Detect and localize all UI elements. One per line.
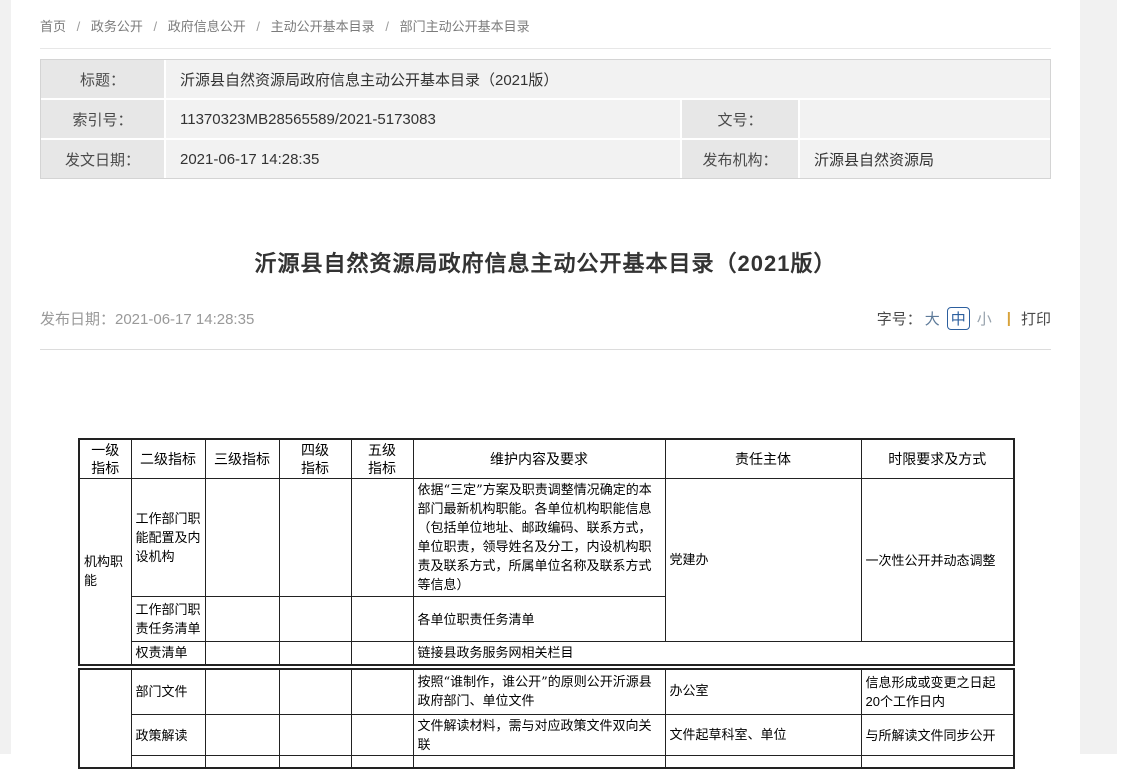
table-row: 机构职能 工作部门职能配置及内设机构 依据“三定”方案及职责调整情况确定的本部门…: [79, 479, 1014, 597]
empty-cell: [413, 756, 665, 768]
cell-level2: 政策解读: [131, 715, 205, 756]
column-header-level5: 五级指标: [351, 439, 413, 479]
empty-cell: [279, 756, 351, 768]
column-header-level4: 四级指标: [279, 439, 351, 479]
breadcrumb-separator: /: [77, 19, 81, 34]
empty-cell: [205, 756, 279, 768]
cell-level2: 部门文件: [131, 669, 205, 715]
table-row: 政策解读 文件解读材料，需与对应政策文件双向关联 文件起草科室、单位 与所解读文…: [79, 715, 1014, 756]
meta-agency-value: 沂源县自然资源局: [800, 140, 1050, 178]
cell-content: 文件解读材料，需与对应政策文件双向关联: [413, 715, 665, 756]
font-size-medium-button[interactable]: 中: [947, 307, 970, 330]
empty-cell: [861, 756, 1014, 768]
empty-cell: [279, 642, 351, 665]
empty-cell: [205, 479, 279, 597]
empty-cell: [665, 756, 861, 768]
font-size-tools: 字号： 大 中 小 | 打印: [877, 307, 1051, 330]
cell-level2: 工作部门职能配置及内设机构: [131, 479, 205, 597]
cell-content: 链接县政务服务网相关栏目: [413, 642, 1014, 665]
horizontal-divider: [40, 349, 1051, 350]
empty-cell: [205, 715, 279, 756]
cell-time-requirement: 与所解读文件同步公开: [861, 715, 1014, 756]
empty-cell: [279, 715, 351, 756]
breadcrumb-item-xinxi[interactable]: 政府信息公开: [168, 19, 246, 34]
catalog-table-section2: 部门文件 按照“谁制作，谁公开”的原则公开沂源县政府部门、单位文件 办公室 信息…: [78, 668, 1015, 769]
toolbar-separator: |: [1007, 310, 1011, 327]
table-row: 部门文件 按照“谁制作，谁公开”的原则公开沂源县政府部门、单位文件 办公室 信息…: [79, 669, 1014, 715]
cell-level1-jigouzhineng: 机构职能: [79, 479, 131, 665]
empty-cell: [279, 479, 351, 597]
article-toolbar: 发布日期：2021-06-17 14:28:35 字号： 大 中 小 | 打印: [40, 305, 1051, 331]
empty-cell: [351, 642, 413, 665]
meta-index-label: 索引号：: [41, 100, 164, 138]
meta-title-label: 标题：: [41, 60, 164, 98]
breadcrumb: 首页 / 政务公开 / 政府信息公开 / 主动公开基本目录 / 部门主动公开基本…: [40, 0, 1051, 49]
column-header-content: 维护内容及要求: [413, 439, 665, 479]
cell-level1: [79, 669, 131, 768]
meta-title-value: 沂源县自然资源局政府信息主动公开基本目录（2021版）: [166, 60, 1050, 98]
empty-cell: [351, 669, 413, 715]
font-size-large-button[interactable]: 大: [925, 308, 940, 329]
breadcrumb-separator: /: [385, 19, 389, 34]
font-size-small-button[interactable]: 小: [977, 308, 992, 329]
empty-cell: [131, 756, 205, 768]
meta-docnumber-label: 文号：: [682, 100, 798, 138]
page-title: 沂源县自然资源局政府信息主动公开基本目录（2021版）: [11, 249, 1080, 279]
cell-content: 各单位职责任务清单: [413, 597, 665, 642]
breadcrumb-separator: /: [256, 19, 260, 34]
meta-issuedate-label: 发文日期：: [41, 140, 164, 178]
empty-cell: [205, 642, 279, 665]
empty-cell: [351, 715, 413, 756]
meta-issuedate-value: 2021-06-17 14:28:35: [166, 140, 680, 178]
breadcrumb-separator: /: [154, 19, 158, 34]
print-button[interactable]: 打印: [1021, 308, 1051, 329]
empty-cell: [279, 669, 351, 715]
document-meta-table: 标题： 沂源县自然资源局政府信息主动公开基本目录（2021版） 索引号： 113…: [40, 59, 1051, 179]
empty-cell: [205, 597, 279, 642]
font-size-label: 字号：: [877, 308, 922, 329]
breadcrumb-item-current: 部门主动公开基本目录: [400, 19, 530, 34]
cell-content: 依据“三定”方案及职责调整情况确定的本部门最新机构职能。各单位机构职能信息（包括…: [413, 479, 665, 597]
empty-cell: [351, 597, 413, 642]
cell-time-requirement: 信息形成或变更之日起20个工作日内: [861, 669, 1014, 715]
breadcrumb-item-zhengwu[interactable]: 政务公开: [91, 19, 143, 34]
catalog-table-section1: 一级指标 二级指标 三级指标 四级指标 五级指标 维护内容及要求 责任主体 时限…: [78, 438, 1015, 666]
cell-responsible: 党建办: [665, 479, 861, 642]
meta-docnumber-value: [800, 100, 1050, 138]
cell-level2: 工作部门职责任务清单: [131, 597, 205, 642]
meta-agency-label: 发布机构：: [682, 140, 798, 178]
cell-responsible: 办公室: [665, 669, 861, 715]
column-header-time: 时限要求及方式: [861, 439, 1014, 479]
cell-level2: 权责清单: [131, 642, 205, 665]
catalog-table-area: 一级指标 二级指标 三级指标 四级指标 五级指标 维护内容及要求 责任主体 时限…: [78, 438, 1080, 769]
table-row: 权责清单 链接县政务服务网相关栏目: [79, 642, 1014, 665]
column-header-level2: 二级指标: [131, 439, 205, 479]
cell-content: 按照“谁制作，谁公开”的原则公开沂源县政府部门、单位文件: [413, 669, 665, 715]
column-header-level1: 一级指标: [79, 439, 131, 479]
main-content: 首页 / 政务公开 / 政府信息公开 / 主动公开基本目录 / 部门主动公开基本…: [11, 0, 1080, 754]
empty-cell: [205, 669, 279, 715]
breadcrumb-item-mulu[interactable]: 主动公开基本目录: [271, 19, 375, 34]
column-header-responsible: 责任主体: [665, 439, 861, 479]
empty-cell: [351, 756, 413, 768]
page-background-strip-left: [0, 0, 11, 754]
cell-responsible: 文件起草科室、单位: [665, 715, 861, 756]
publish-date: 发布日期：2021-06-17 14:28:35: [40, 308, 254, 329]
empty-cell: [351, 479, 413, 597]
page-background-strip-right: [1080, 0, 1117, 754]
breadcrumb-item-home[interactable]: 首页: [40, 19, 66, 34]
catalog-header-row: 一级指标 二级指标 三级指标 四级指标 五级指标 维护内容及要求 责任主体 时限…: [79, 439, 1014, 479]
meta-index-value: 11370323MB28565589/2021-5173083: [166, 100, 680, 138]
table-row-partial: [79, 756, 1014, 768]
column-header-level3: 三级指标: [205, 439, 279, 479]
cell-time-requirement: 一次性公开并动态调整: [861, 479, 1014, 642]
empty-cell: [279, 597, 351, 642]
